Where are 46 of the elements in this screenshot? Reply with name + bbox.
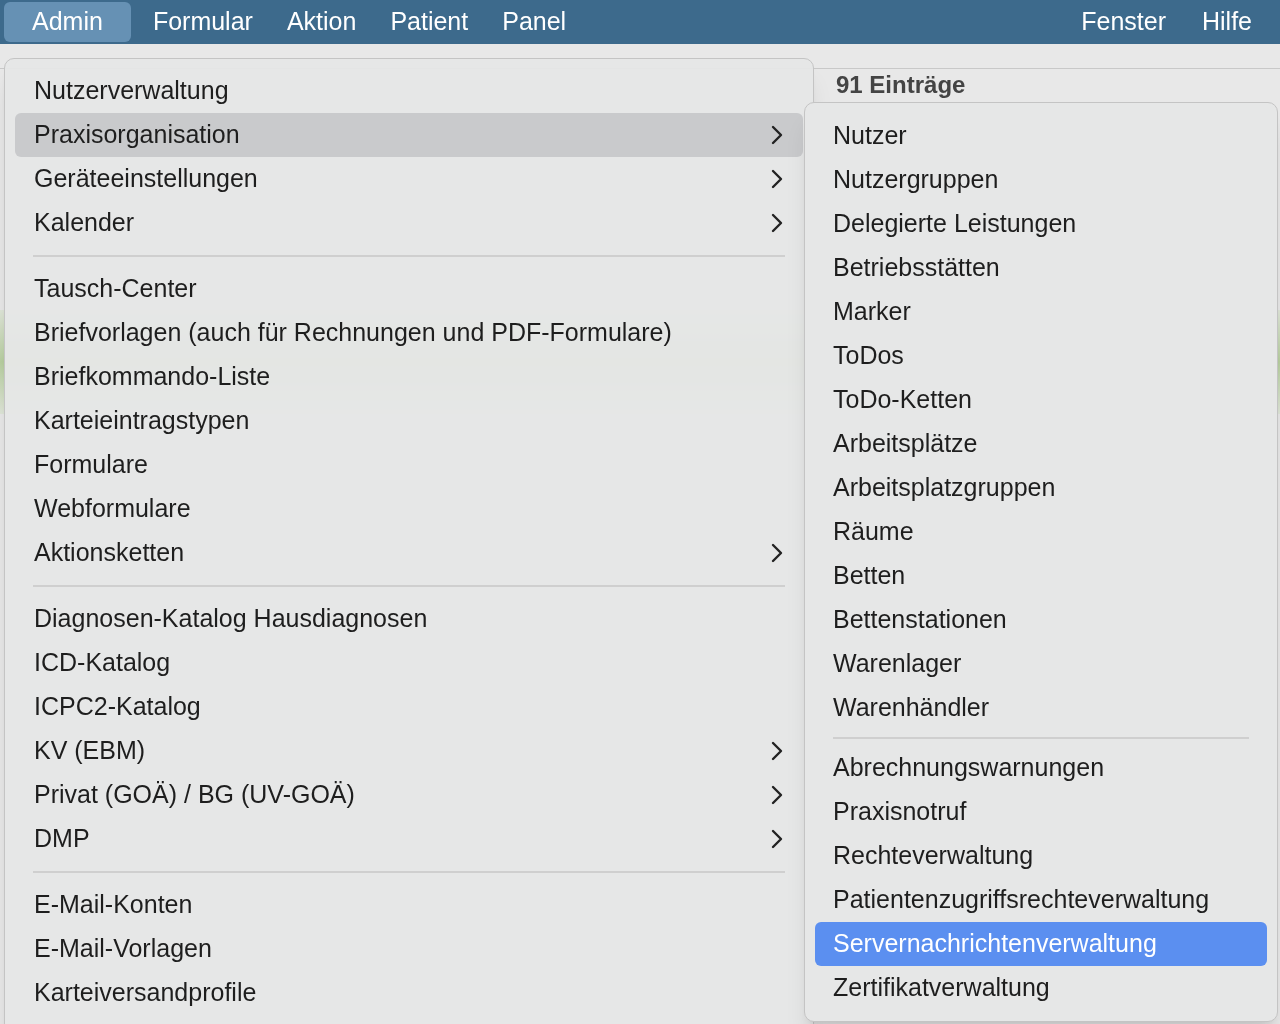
menu-item[interactable]: Betriebsstätten bbox=[815, 246, 1267, 290]
menu-item[interactable]: Arbeitsplätze bbox=[815, 422, 1267, 466]
menu-item[interactable]: DMP bbox=[15, 817, 803, 861]
menu-item[interactable]: Bettenstationen bbox=[815, 598, 1267, 642]
menu-item[interactable]: Delegierte Leistungen bbox=[815, 202, 1267, 246]
menu-bar-item[interactable]: Patient bbox=[378, 2, 481, 42]
menu-item[interactable]: Tausch-Center bbox=[15, 267, 803, 311]
menu-item[interactable]: Marker bbox=[815, 290, 1267, 334]
menu-item[interactable]: ICD-Katalog bbox=[15, 641, 803, 685]
menu-item[interactable]: Zertifikatverwaltung bbox=[815, 966, 1267, 1010]
menu-bar-item[interactable]: Aktion bbox=[274, 2, 369, 42]
menu-item[interactable]: Webformulare bbox=[15, 487, 803, 531]
menu-bar-item[interactable]: Formular bbox=[140, 2, 265, 42]
menu-item[interactable]: ToDos bbox=[815, 334, 1267, 378]
menu-item[interactable]: Warenhändler bbox=[815, 686, 1267, 730]
menu-item[interactable]: KV (EBM) bbox=[15, 729, 803, 773]
menu-item[interactable]: E-Mail-Vorlagen bbox=[15, 927, 803, 971]
menu-item[interactable]: Nutzer bbox=[815, 114, 1267, 158]
menu-item[interactable]: ToDo-Ketten bbox=[815, 378, 1267, 422]
menu-item[interactable]: Aktionsketten bbox=[15, 531, 803, 575]
menu-item[interactable]: Rechteverwaltung bbox=[815, 834, 1267, 878]
menu-item[interactable]: Nutzergruppen bbox=[815, 158, 1267, 202]
entry-count: 91 Einträge bbox=[836, 71, 966, 99]
menu-item[interactable]: E-Mail-Konten bbox=[15, 883, 803, 927]
menu-item[interactable]: Praxisnotruf bbox=[815, 790, 1267, 834]
menu-item[interactable]: Formulare bbox=[15, 443, 803, 487]
menu-item[interactable]: Diagnosen-Katalog Hausdiagnosen bbox=[15, 597, 803, 641]
menu-item[interactable]: Arbeitsplatzgruppen bbox=[815, 466, 1267, 510]
menu-bar-item[interactable]: Panel bbox=[490, 2, 579, 42]
menu-item[interactable]: Briefvorlagen (auch für Rechnungen und PDF-Formulare) bbox=[15, 311, 803, 355]
menu-item[interactable]: Räume bbox=[815, 510, 1267, 554]
menu-item[interactable]: Privat (GOÄ) / BG (UV-GOÄ) bbox=[15, 773, 803, 817]
menu-item[interactable]: Kalender bbox=[15, 201, 803, 245]
menu-bar-item[interactable]: Fenster bbox=[1069, 2, 1178, 42]
menu-item[interactable]: Geräteeinstellungen bbox=[15, 157, 803, 201]
menu-item[interactable]: Praxisorganisation bbox=[15, 113, 803, 157]
menu-bar-item[interactable]: Hilfe bbox=[1190, 2, 1264, 42]
menu-item[interactable]: Warenlager bbox=[815, 642, 1267, 686]
menu-item[interactable]: Briefkommando-Liste bbox=[15, 355, 803, 399]
menu-item[interactable]: Karteieintragstypen bbox=[15, 399, 803, 443]
menu-item[interactable]: Karteiversandprofile bbox=[15, 971, 803, 1015]
menu-item[interactable]: ICPC2-Katalog bbox=[15, 685, 803, 729]
menu-item[interactable]: Nutzerverwaltung bbox=[15, 69, 803, 113]
menu-item[interactable]: Patientenzugriffsrechteverwaltung bbox=[815, 878, 1267, 922]
menu-item[interactable]: Abrechnungswarnungen bbox=[815, 746, 1267, 790]
menu-item[interactable]: Betten bbox=[815, 554, 1267, 598]
